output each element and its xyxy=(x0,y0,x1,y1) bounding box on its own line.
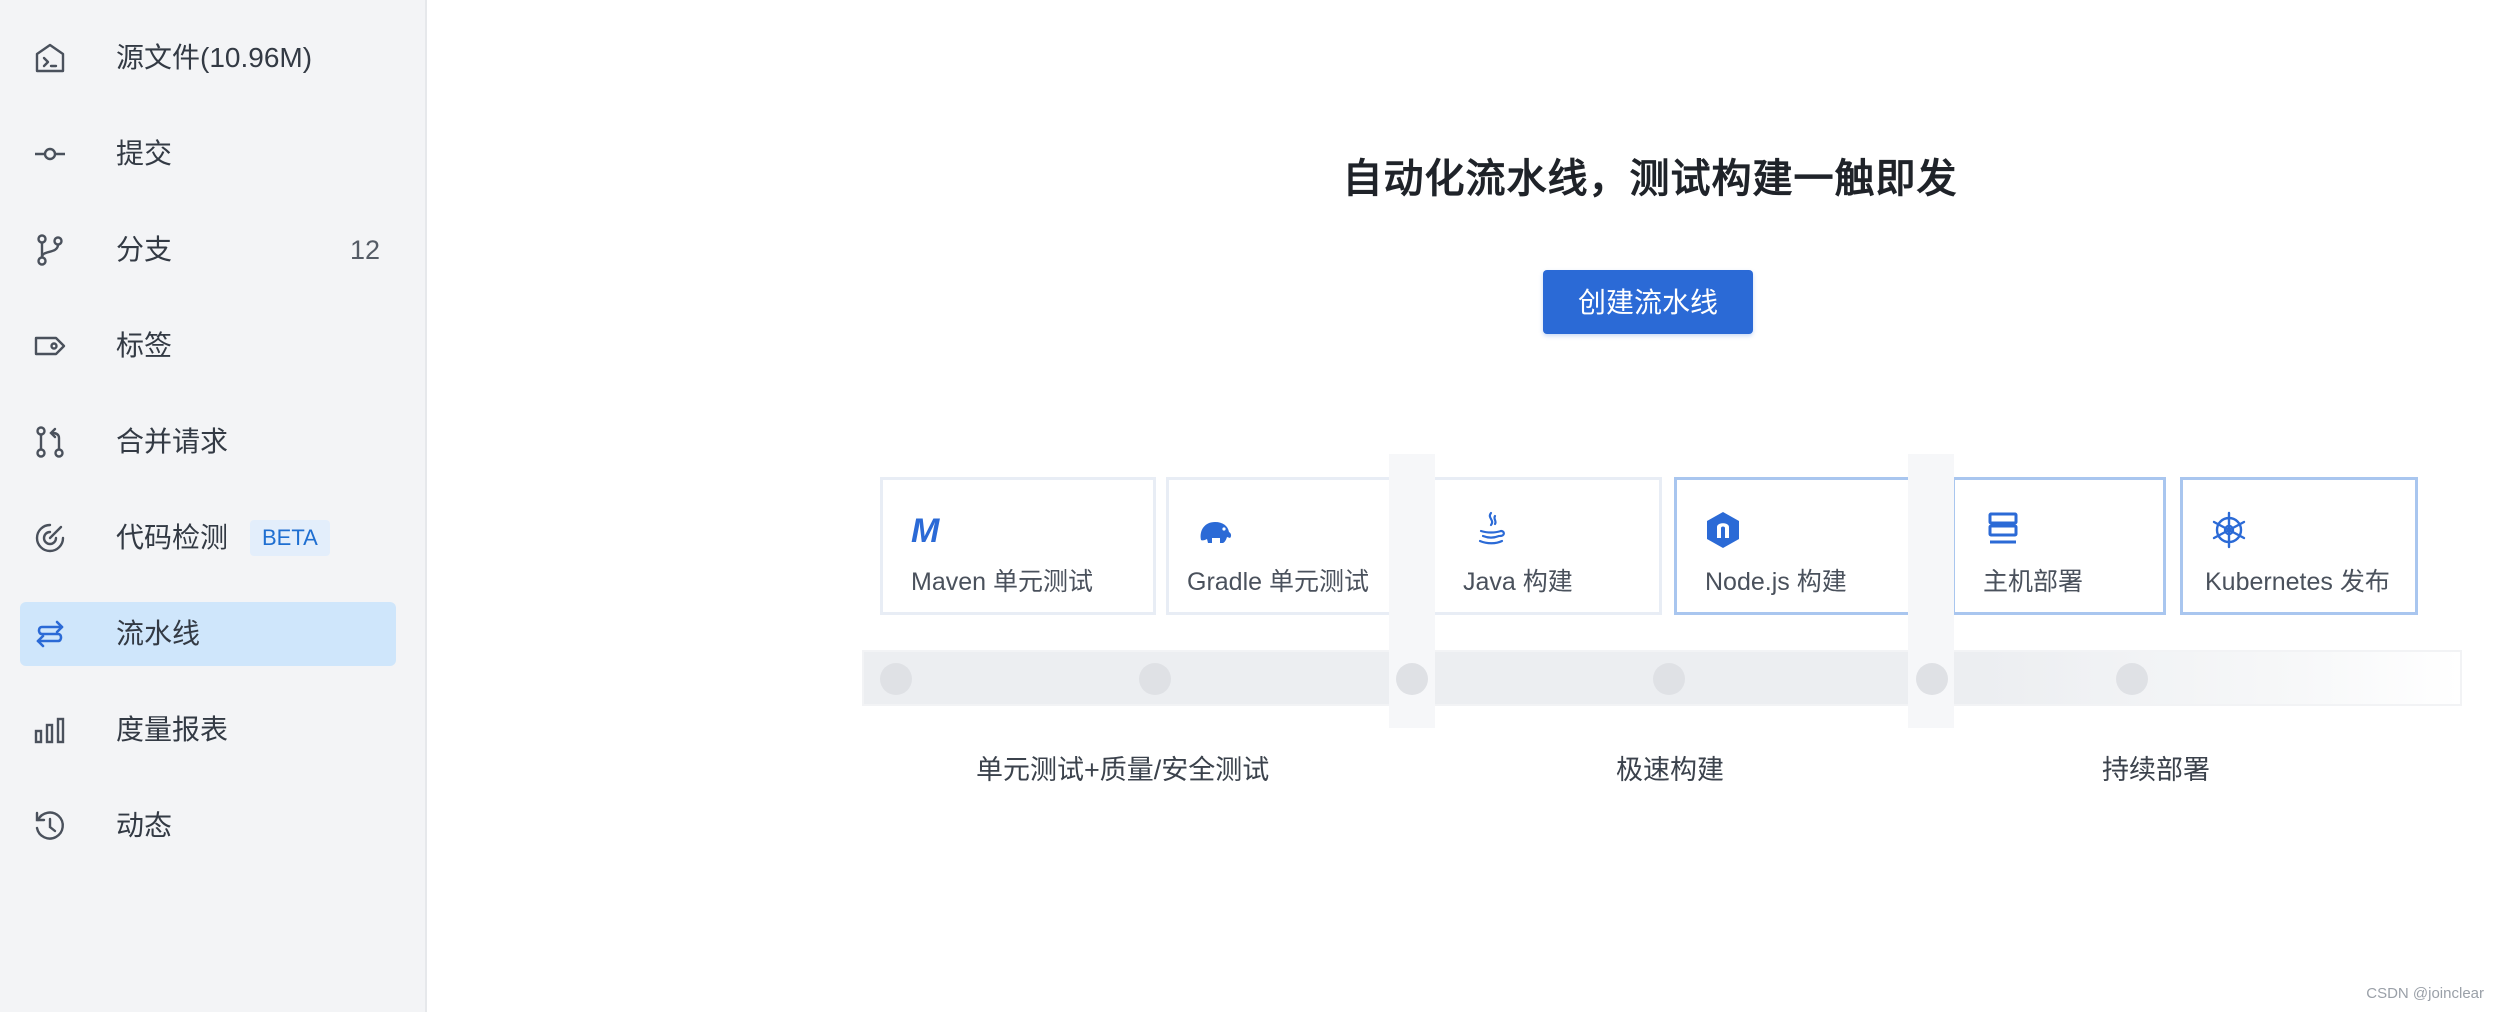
timeline-dot xyxy=(1653,663,1685,695)
sidebar-item-label: 提交 xyxy=(116,138,173,169)
maven-icon: M xyxy=(909,510,949,550)
code-file-icon xyxy=(32,40,68,76)
sidebar-item-label: 分支 xyxy=(116,234,173,265)
template-card-host-deploy[interactable]: 主机部署 xyxy=(1952,477,2166,615)
create-pipeline-button[interactable]: 创建流水线 xyxy=(1543,270,1753,334)
template-card-kubernetes[interactable]: Kubernetes 发布 xyxy=(2180,477,2418,615)
sidebar-item-label: 合并请求 xyxy=(116,426,229,457)
branch-icon xyxy=(32,232,68,268)
template-card-maven[interactable]: M Maven 单元测试 xyxy=(880,477,1156,615)
card-label: 主机部署 xyxy=(1983,568,2084,596)
branch-count: 12 xyxy=(349,235,380,265)
card-label: Java 构建 xyxy=(1463,568,1573,596)
sidebar-item-activity[interactable]: 动态 xyxy=(20,794,396,858)
svg-text:M: M xyxy=(911,512,940,550)
tag-icon xyxy=(32,328,68,364)
sidebar: 源文件(10.96M) 提交 分支 12 标签 合并请求 代码检测 BETA 流… xyxy=(0,0,427,1012)
sidebar-item-source-files[interactable]: 源文件(10.96M) xyxy=(20,26,396,90)
pipeline-icon xyxy=(32,616,68,652)
sidebar-item-label: 源文件(10.96M) xyxy=(116,42,313,73)
timeline-dot xyxy=(880,663,912,695)
nodejs-icon xyxy=(1703,510,1743,550)
beta-badge: BETA xyxy=(250,520,330,556)
gradle-elephant-icon xyxy=(1195,510,1235,550)
template-card-nodejs[interactable]: Node.js 构建 xyxy=(1674,477,1916,615)
stage-label-deploy: 持续部署 xyxy=(2102,755,2210,785)
sidebar-item-pipeline[interactable]: 流水线 xyxy=(20,602,396,666)
timeline-dot xyxy=(1396,663,1428,695)
commit-icon xyxy=(32,136,68,172)
sidebar-item-merge-requests[interactable]: 合并请求 xyxy=(20,410,396,474)
watermark: CSDN @joinclear xyxy=(2366,985,2484,1002)
bar-chart-icon xyxy=(32,712,68,748)
sidebar-item-commits[interactable]: 提交 xyxy=(20,122,396,186)
timeline-dot xyxy=(1916,663,1948,695)
page-headline: 自动化流水线，测试构建一触即发 xyxy=(1342,157,1958,201)
java-icon xyxy=(1471,510,1511,550)
timeline-dot xyxy=(2116,663,2148,695)
kubernetes-icon xyxy=(2209,510,2249,550)
sidebar-item-metrics[interactable]: 度量报表 xyxy=(20,698,396,762)
template-card-java[interactable]: Java 构建 xyxy=(1432,477,1662,615)
sidebar-item-code-scan[interactable]: 代码检测 BETA xyxy=(20,506,396,570)
server-icon xyxy=(1983,510,2023,550)
timeline-dot xyxy=(1139,663,1171,695)
sidebar-item-label: 代码检测 xyxy=(116,522,229,553)
card-label: Kubernetes 发布 xyxy=(2205,568,2390,596)
card-label: Maven 单元测试 xyxy=(911,568,1093,596)
template-card-gradle[interactable]: Gradle 单元测试 xyxy=(1166,477,1398,615)
sidebar-item-label: 动态 xyxy=(116,810,173,841)
sidebar-item-tags[interactable]: 标签 xyxy=(20,314,396,378)
sidebar-item-label: 度量报表 xyxy=(116,714,229,745)
card-label: Node.js 构建 xyxy=(1705,568,1847,596)
sidebar-item-branches[interactable]: 分支 12 xyxy=(20,218,396,282)
merge-request-icon xyxy=(32,424,68,460)
card-label: Gradle 单元测试 xyxy=(1187,568,1369,596)
sidebar-item-label: 标签 xyxy=(116,330,173,361)
history-icon xyxy=(32,808,68,844)
code-scan-icon xyxy=(32,520,68,556)
stage-label-testing: 单元测试+质量/安全测试 xyxy=(976,755,1270,785)
sidebar-item-label: 流水线 xyxy=(116,618,201,649)
stage-label-build: 极速构建 xyxy=(1616,755,1724,785)
